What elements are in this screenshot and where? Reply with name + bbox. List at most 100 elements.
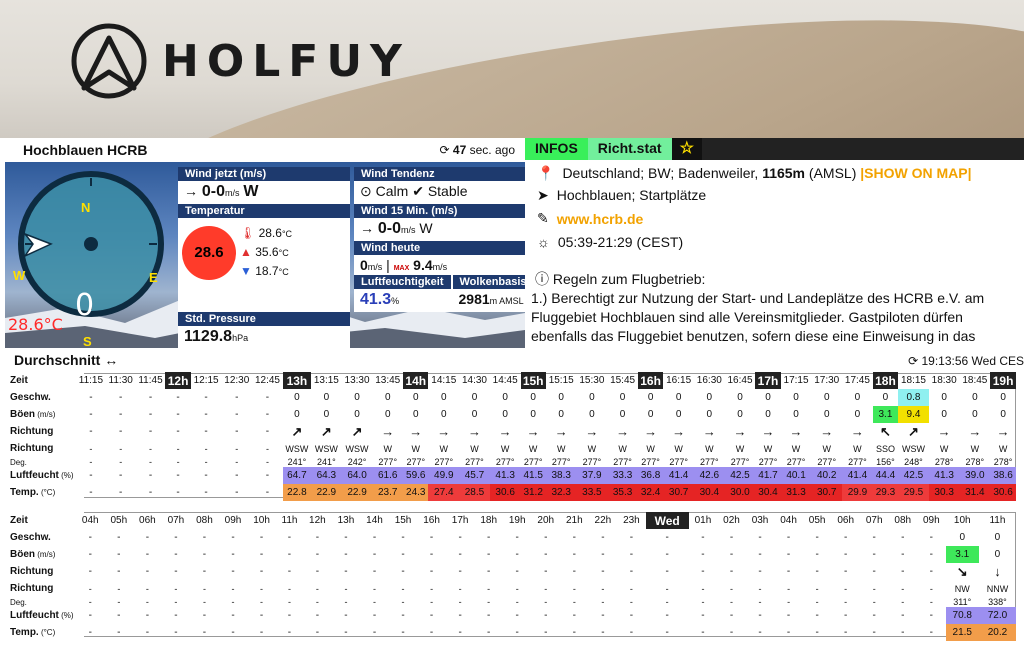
table2-deg-cell: - — [544, 597, 548, 607]
table1-hum-cell: 64.7 — [282, 467, 312, 484]
holfuy-logo[interactable]: HOLFUY — [70, 22, 410, 100]
table2-temp-cell: - — [572, 627, 576, 638]
table1-deg-cell: 277° — [758, 457, 778, 467]
table2-temp-cell: - — [117, 627, 121, 638]
table1-times-cell: 17h — [755, 372, 781, 389]
holfuy-logo-icon — [71, 23, 147, 99]
table2-deg-cell: - — [665, 597, 669, 607]
show-on-map-link[interactable]: |SHOW ON MAP| — [860, 165, 971, 181]
table2-speed-cell: - — [372, 532, 377, 543]
table1-hum-cell: - — [89, 470, 93, 481]
expand-arrow-icon[interactable]: ↔ — [104, 352, 118, 368]
table1-arrow-cell: - — [89, 426, 93, 437]
table1-temp-cell: 30.7 — [811, 484, 843, 501]
sync-icon[interactable]: ⟳ — [908, 354, 918, 368]
table1-speed-cell: 0 — [823, 392, 830, 403]
table2-gust-cell: - — [515, 549, 519, 560]
tab-richt-stat[interactable]: Richt.stat — [587, 138, 672, 160]
table2-arrow-cell: ↘ — [946, 563, 979, 580]
table1-hum-cell: 59.6 — [403, 467, 429, 484]
table2-temp-cell: - — [487, 627, 491, 638]
table2-arrow-cell: - — [729, 566, 734, 577]
table2-deg-cell: - — [515, 597, 519, 607]
triangle-down-icon: ▼ — [240, 264, 252, 279]
table1-speed-cell: 0 — [323, 392, 330, 403]
table1-hum-cell: 44.4 — [872, 467, 899, 484]
table1-dirname-cell: W — [470, 443, 479, 454]
table1-arrow-cell: → — [521, 423, 546, 440]
table1-gust-cell: - — [204, 409, 208, 420]
table1-gust-cell: 0 — [471, 409, 478, 420]
table1-temp-cell: 30.6 — [990, 484, 1016, 501]
table2-speed-cell: - — [401, 532, 405, 543]
table-row-deg: Deg. - - - - - - - 241° 241° 242° 277° 277° 277° 277° 2… — [0, 457, 1016, 467]
table2-arrow-cell: - — [815, 566, 819, 577]
table2-dirname-cell: - — [729, 583, 733, 594]
table2-deg-cell: - — [117, 597, 121, 607]
table1-arrow-cell: → — [811, 423, 842, 440]
table2-times-cell: 18h — [480, 515, 498, 526]
table2-hum-cell: - — [344, 610, 348, 621]
table2-dirname-cell: - — [88, 583, 92, 594]
table1-deg-cell: 277° — [730, 457, 750, 467]
table2-temp-cell: - — [429, 627, 434, 638]
wind-arrow-icon: ↗ — [351, 423, 363, 439]
row-label-speed: Geschw. — [10, 532, 51, 543]
table1-speed-cell: 0 — [502, 392, 508, 403]
sun-icon: ☼ — [537, 234, 550, 251]
table2-hum-cell: - — [572, 610, 576, 621]
table1-gust-cell: 9.4 — [898, 406, 929, 423]
table2-deg-cell: - — [145, 597, 149, 607]
table1-arrow-cell: → — [403, 423, 428, 440]
row-label-times: Zeit — [10, 515, 28, 526]
wind-arrow-icon: ↗ — [291, 423, 303, 439]
table1-times-cell: 11:45 — [138, 375, 163, 386]
table-row-arrow: Richtung - - - - - - - ↗ ↗ ↗ → → → → → → → → → → → → → → → → → ↖ ↗ → → → — [0, 423, 1016, 440]
table2-times-cell: 15h — [394, 515, 412, 526]
table1-dirname-cell: W — [998, 443, 1008, 454]
wind-arrow-icon: ↗ — [320, 423, 332, 439]
website-link[interactable]: www.hcrb.de — [557, 211, 644, 227]
table2-hum-cell: 70.8 — [945, 607, 979, 624]
wind-arrow-icon: → — [526, 424, 540, 439]
table2-hum-cell: - — [315, 610, 320, 621]
station-header: Hochblauen HCRB ⟳ 47 sec. ago — [5, 138, 525, 162]
table2-dirname-cell: - — [202, 583, 206, 594]
table1-arrow-cell: ↗ — [898, 423, 929, 440]
table1-speed-cell: 0.8 — [898, 389, 929, 406]
table2-speed-cell: - — [287, 532, 292, 543]
table1-dirname-cell: W — [822, 443, 831, 454]
table1-times-cell: 11:15 — [78, 375, 104, 386]
table2-hum-cell: - — [202, 610, 207, 621]
gauge-speed-value: 0 — [75, 288, 95, 323]
table2-dirname-cell: - — [287, 583, 291, 594]
table1-temp-cell: - — [176, 487, 180, 498]
table1-deg-cell: 277° — [465, 457, 484, 467]
table2-gust-cell: - — [572, 549, 576, 560]
wind-arrow-icon: → — [498, 424, 512, 439]
refresh-icon[interactable]: ⟳ — [440, 143, 450, 157]
table1-hum-cell: - — [204, 470, 208, 481]
table1-temp-cell: 30.6 — [489, 484, 521, 501]
temperature-title: Temperatur — [178, 203, 350, 218]
table1-temp-cell: 30.4 — [755, 484, 781, 501]
favorite-star-icon[interactable]: ☆ — [671, 138, 702, 160]
table1-temp-cell: 31.2 — [520, 484, 546, 501]
table2-times-cell: 17h — [451, 515, 469, 526]
table2-gust-cell: - — [729, 549, 734, 560]
table2-deg-cell: - — [372, 597, 376, 607]
table1-hum-cell: 41.3 — [928, 467, 960, 484]
table2-times-cell: 09h — [224, 515, 242, 526]
wind-arrow-icon: → — [937, 424, 951, 439]
tab-infos[interactable]: INFOS — [525, 138, 588, 160]
table1-gust-cell: - — [89, 409, 93, 420]
table1-deg-cell: 277° — [434, 457, 454, 467]
pressure-value: 1129.8 — [184, 328, 233, 346]
table1-deg-cell: - — [204, 457, 208, 467]
table1-hum-cell: 36.8 — [637, 467, 664, 484]
row-label-hum: Luftfeucht (%) — [10, 610, 74, 621]
row-label-dirname: Richtung — [10, 583, 54, 594]
table2-speed-cell: - — [844, 532, 848, 543]
table2-hum-cell: - — [872, 610, 876, 621]
table1-deg-cell: 156° — [876, 457, 895, 467]
